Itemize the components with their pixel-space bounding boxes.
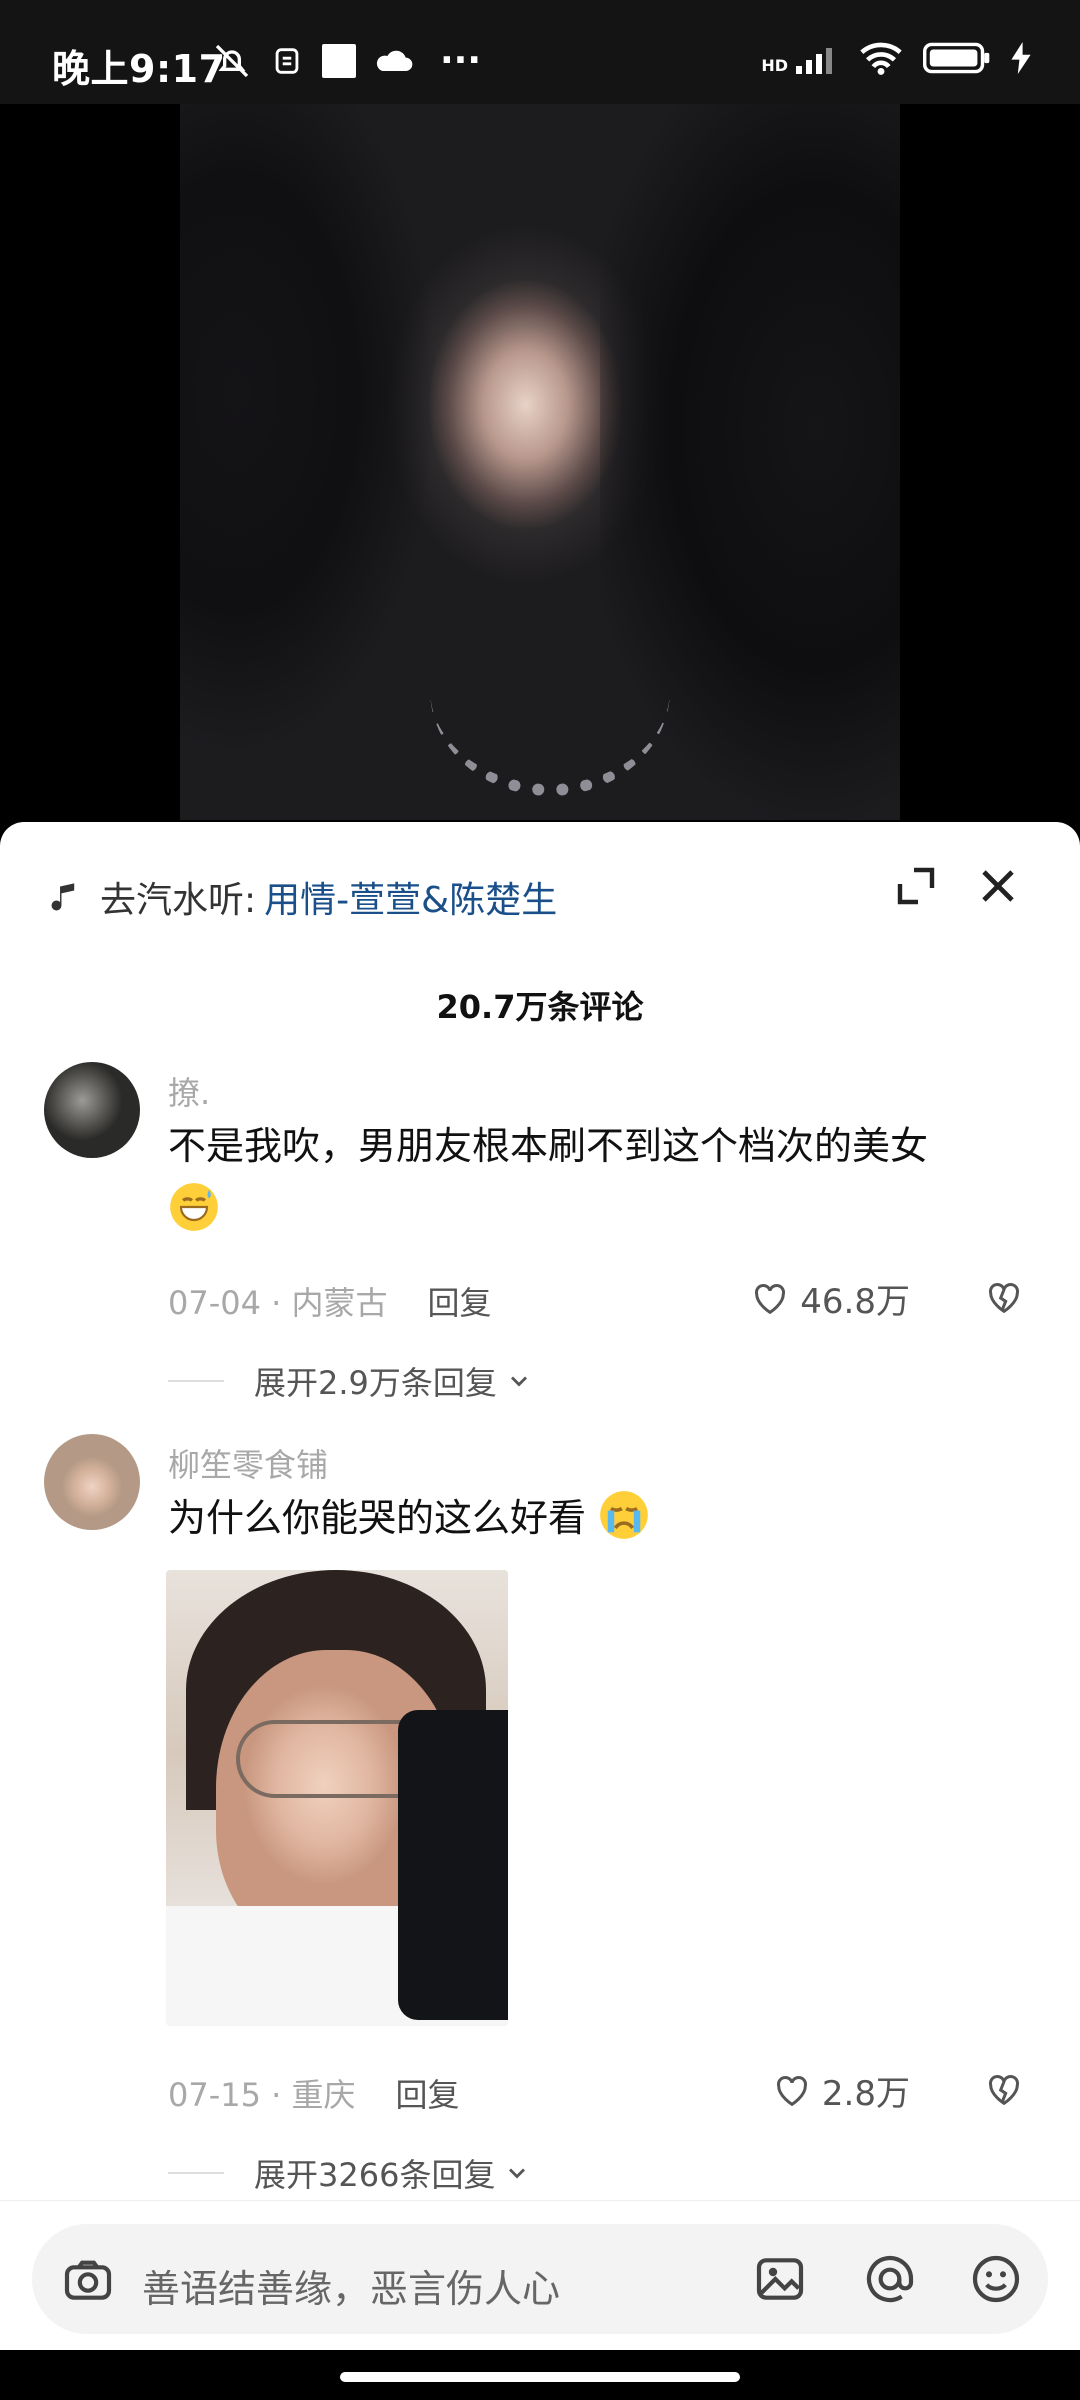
image-phone [398, 1710, 508, 2020]
close-icon[interactable] [974, 862, 1022, 910]
comment-date-location: 07-04 · 内蒙古 [168, 1284, 388, 1322]
chevron-down-icon [509, 2168, 526, 2179]
comment-meta: 07-15 · 重庆 回复 [168, 2070, 460, 2116]
expand-divider [168, 2172, 224, 2174]
comments-count-title: 20.7万条评论 [436, 988, 644, 1026]
like-count: 2.8万 [821, 2074, 910, 2114]
music-note-icon [51, 883, 75, 911]
video-frame [180, 104, 900, 820]
mute-icon [215, 44, 249, 77]
music-prefix: 去汽水听: [100, 880, 257, 921]
avatar[interactable] [44, 1062, 140, 1158]
like-button[interactable]: 2.8万 [772, 2066, 910, 2115]
input-divider [0, 2200, 1080, 2201]
like-count: 46.8万 [800, 1282, 910, 1322]
camera-icon[interactable] [60, 2251, 116, 2307]
charging-icon [1011, 42, 1031, 74]
expand-replies-label: 展开2.9万条回复 [254, 1364, 497, 1402]
avatar[interactable] [44, 1434, 140, 1530]
comments-sheet: 去汽水听: 用情-萱萱&陈楚生 20.7万条评论 撩. 不是我吹，男朋友根本刷不… [0, 822, 1080, 2400]
status-right: HD [761, 40, 1032, 76]
video-hair-left [180, 104, 460, 820]
crying-emoji-icon [600, 1491, 648, 1539]
expand-replies-label: 展开3266条回复 [254, 2156, 496, 2194]
signal-icon [796, 48, 832, 74]
broken-heart-icon[interactable] [984, 2070, 1024, 2110]
music-row[interactable]: 去汽水听: 用情-萱萱&陈楚生 [48, 862, 557, 932]
comment-image[interactable] [166, 1570, 508, 2026]
comment-username[interactable]: 撩. [168, 1068, 210, 1114]
comment-input-placeholder[interactable]: 善语结善缘，恶言伤人心 [142, 2258, 560, 2313]
heart-icon [776, 2075, 807, 2106]
expand-icon[interactable] [892, 862, 940, 910]
cloud-icon [376, 50, 413, 71]
heart-icon [755, 1283, 786, 1314]
home-indicator[interactable] [340, 2372, 740, 2382]
music-song-link[interactable]: 用情-萱萱&陈楚生 [264, 871, 557, 923]
comment-text-content: 不是我吹，男朋友根本刷不到这个档次的美女 [168, 1124, 929, 1168]
notification-square-icon [322, 43, 356, 78]
comment-text: 为什么你能哭的这么好看 [168, 1486, 1018, 1550]
expand-replies[interactable]: 展开2.9万条回复 [168, 1358, 533, 1404]
nfc-icon [275, 47, 299, 74]
comment-meta: 07-04 · 内蒙古 回复 [168, 1278, 492, 1324]
comment-input-bar[interactable]: 善语结善缘，恶言伤人心 [32, 2224, 1048, 2334]
video-necklace [430, 584, 670, 796]
like-button[interactable]: 46.8万 [750, 1274, 910, 1323]
at-mention-icon[interactable] [862, 2251, 918, 2307]
expand-divider [168, 1380, 224, 1382]
video-player[interactable] [0, 104, 1080, 824]
status-left-icons: ··· [212, 40, 481, 81]
sweat-smile-emoji-icon [170, 1183, 218, 1231]
more-notifications: ··· [440, 40, 482, 81]
expand-replies[interactable]: 展开3266条回复 [168, 2150, 531, 2196]
status-time: 晚上9:17 [52, 47, 226, 91]
status-bar: 晚上9:17 ··· HD [0, 0, 1080, 104]
reply-button[interactable]: 回复 [428, 1278, 492, 1324]
wifi-icon [860, 42, 902, 75]
image-icon[interactable] [752, 2251, 808, 2307]
emoji-icon[interactable] [968, 2251, 1024, 2307]
comment-text-content: 为什么你能哭的这么好看 [168, 1496, 587, 1540]
hd-label: HD [761, 56, 788, 75]
comment-text: 不是我吹，男朋友根本刷不到这个档次的美女 [168, 1114, 1018, 1242]
battery-icon [923, 42, 990, 74]
chevron-down-icon [510, 1376, 527, 1387]
reply-button[interactable]: 回复 [396, 2070, 460, 2116]
home-bar-area [0, 2350, 1080, 2400]
comment-username[interactable]: 柳笙零食铺 [168, 1440, 328, 1486]
comment-date-location: 07-15 · 重庆 [168, 2076, 356, 2114]
broken-heart-icon[interactable] [984, 1278, 1024, 1318]
